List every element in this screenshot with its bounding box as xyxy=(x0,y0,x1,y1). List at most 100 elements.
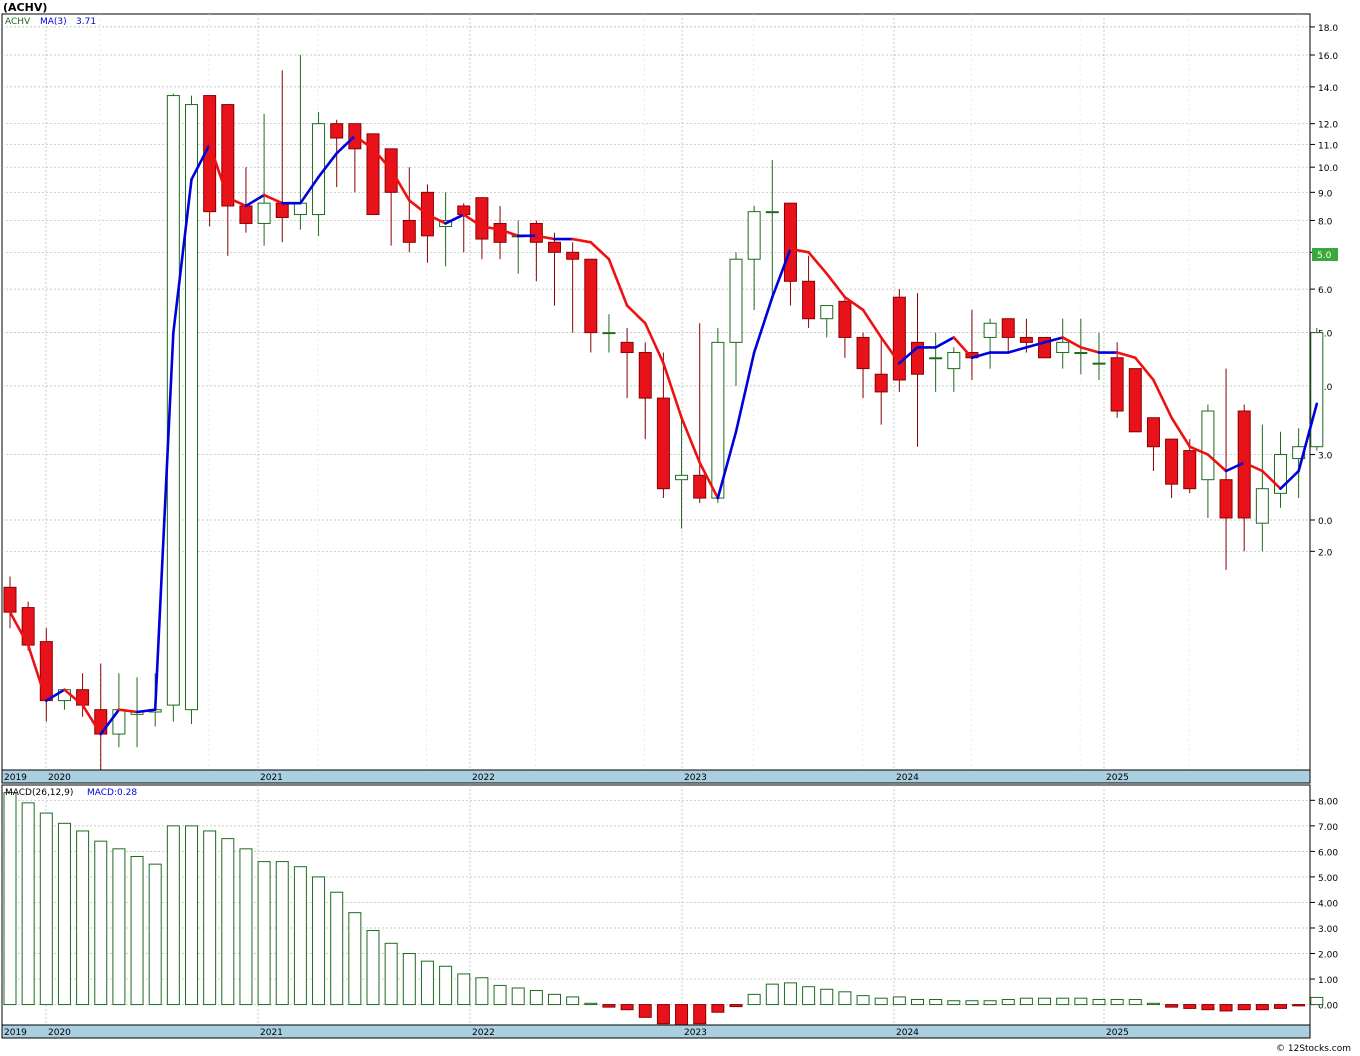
macd-bar xyxy=(420,960,434,1006)
candle-up xyxy=(312,123,326,216)
year-label: 2023 xyxy=(684,1028,707,1038)
macd-bar xyxy=(1237,1004,1251,1011)
candle-down xyxy=(620,341,634,354)
macd-panel xyxy=(1,784,1311,1026)
macd-bar xyxy=(729,1004,743,1008)
macd-bar xyxy=(747,993,761,1006)
macd-bar xyxy=(1292,1004,1306,1007)
macd-bar xyxy=(1110,998,1124,1006)
macd-bar xyxy=(802,986,816,1006)
macd-bar xyxy=(566,996,580,1006)
candle-down xyxy=(802,280,816,320)
macd-bar xyxy=(856,995,870,1006)
candle-down xyxy=(493,222,507,243)
price-tick-label: 3.0 xyxy=(1318,452,1333,462)
year-label: 2020 xyxy=(48,1028,71,1038)
macd-bar xyxy=(693,1004,707,1025)
macd-bar xyxy=(1274,1004,1287,1009)
candle-down xyxy=(330,123,344,139)
year-label: 2024 xyxy=(896,1028,919,1038)
macd-bar xyxy=(620,1004,634,1011)
macd-bar xyxy=(1165,1004,1179,1008)
macd-bar xyxy=(529,990,543,1006)
macd-bar xyxy=(1146,1002,1160,1006)
price-tick-label: 18.0 xyxy=(1318,24,1338,34)
macd-bar xyxy=(783,982,797,1006)
copyright-text: © 12Stocks.com xyxy=(1276,1044,1351,1054)
macd-bar xyxy=(983,1000,997,1006)
macd-bar xyxy=(3,792,17,1006)
year-label: 2025 xyxy=(1106,773,1129,783)
macd-bar xyxy=(947,1000,961,1006)
macd-bar xyxy=(1201,1004,1215,1011)
macd-bar xyxy=(1019,997,1033,1006)
macd-bar xyxy=(1219,1004,1233,1012)
candle-up xyxy=(947,352,961,370)
candle-down xyxy=(275,202,289,218)
macd-bar xyxy=(402,953,416,1006)
candle-up xyxy=(1056,341,1070,354)
year-label: 2021 xyxy=(260,773,283,783)
candle-up xyxy=(1092,362,1106,365)
macd-bar xyxy=(76,830,90,1006)
macd-bar xyxy=(221,838,235,1006)
year-label: 2024 xyxy=(896,773,919,783)
macd-bar xyxy=(1074,997,1088,1006)
candle-up xyxy=(983,322,997,338)
macd-bar xyxy=(711,1004,725,1013)
candle-down xyxy=(3,586,17,613)
candle-down xyxy=(548,241,561,253)
macd-bar xyxy=(166,825,180,1006)
macd-bar xyxy=(1183,1004,1197,1009)
macd-bar xyxy=(1092,998,1106,1006)
year-label: 2022 xyxy=(472,1028,495,1038)
macd-legend-label: MACD(26,12,9) xyxy=(5,788,73,798)
macd-bar xyxy=(57,822,71,1006)
macd-tick-label: 7.00 xyxy=(1318,823,1338,833)
candle-down xyxy=(1019,336,1033,343)
macd-tick-label: 1.00 xyxy=(1318,976,1338,986)
candle-up xyxy=(293,202,307,216)
macd-tick-label: 3.00 xyxy=(1318,925,1338,935)
price-tick-label: 14.0 xyxy=(1318,84,1338,94)
candle-down xyxy=(856,336,870,370)
candle-up xyxy=(602,332,616,335)
candle-down xyxy=(1110,357,1124,412)
macd-bar xyxy=(584,1002,598,1006)
macd-bar xyxy=(911,998,924,1006)
macd-bar xyxy=(148,863,162,1006)
candle-down xyxy=(892,296,906,381)
macd-bar xyxy=(185,825,198,1006)
macd-bar xyxy=(130,855,144,1006)
stock-chart: (ACHV) 18.0 16.0 14.0 12.0 11.0 10.0 9.0 8.0 7.0… xyxy=(1,1,1351,1054)
legend-ma-value: 3.71 xyxy=(76,17,96,27)
macd-bar xyxy=(892,996,906,1006)
candle-down xyxy=(402,219,416,243)
macd-bar xyxy=(257,861,271,1006)
candle-down xyxy=(1219,479,1233,519)
candle-down xyxy=(475,197,489,240)
macd-bar xyxy=(366,930,380,1006)
macd-tick-label: 5.00 xyxy=(1318,874,1338,884)
macd-tick-label: 4.00 xyxy=(1318,899,1338,909)
macd-bar xyxy=(1038,997,1052,1006)
macd-bar xyxy=(439,965,453,1006)
year-label: 2021 xyxy=(260,1028,283,1038)
candle-up xyxy=(929,357,943,360)
year-label: 2019 xyxy=(4,1028,27,1038)
macd-bar xyxy=(820,988,834,1006)
candle-down xyxy=(1183,450,1197,490)
candle-down xyxy=(693,474,707,499)
macd-bar xyxy=(638,1004,652,1018)
candle-down xyxy=(1128,368,1142,433)
candle-down xyxy=(566,251,580,260)
candle-down xyxy=(221,104,235,207)
macd-bar xyxy=(929,998,943,1006)
legend-symbol: ACHV xyxy=(5,17,31,27)
year-label: 2022 xyxy=(472,773,495,783)
macd-bar xyxy=(765,983,779,1006)
candle-up xyxy=(257,202,271,224)
macd-bar xyxy=(112,848,126,1006)
macd-y-axis: 8.007.006.005.004.003.002.001.000.00 xyxy=(1310,797,1338,1012)
chart-title: (ACHV) xyxy=(3,1,47,14)
